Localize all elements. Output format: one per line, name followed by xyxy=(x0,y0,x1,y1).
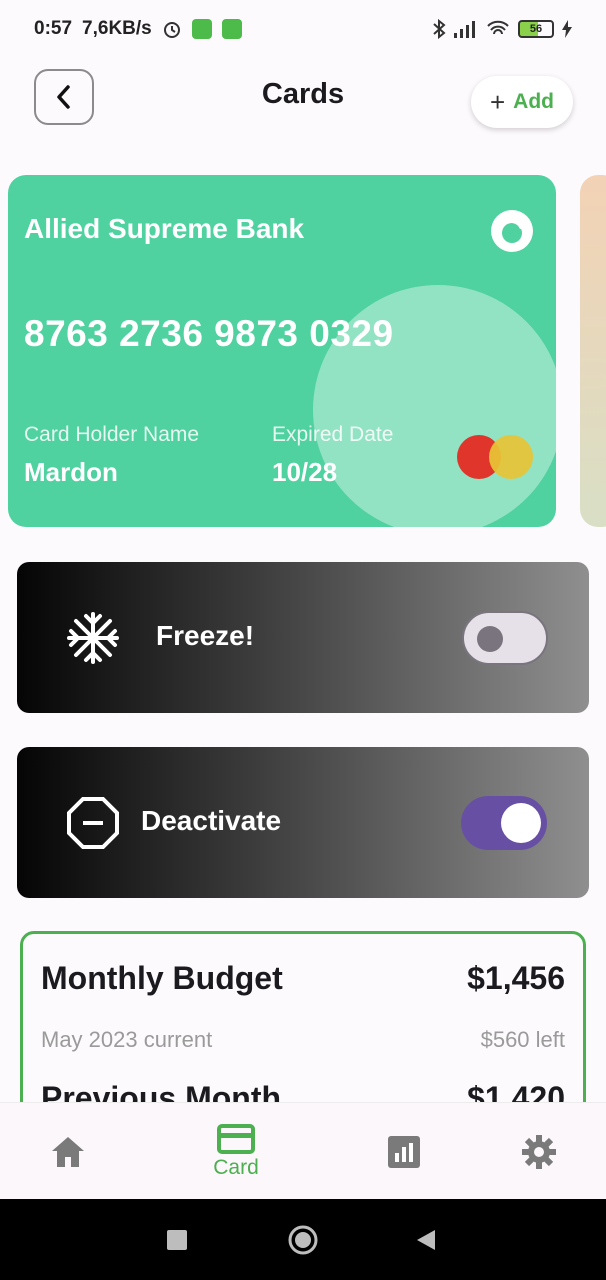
budget-left: $560 left xyxy=(480,1027,565,1052)
status-time: 0:57 xyxy=(34,18,73,39)
alarm-icon xyxy=(163,22,180,38)
nav-card-label: Card xyxy=(213,1155,259,1179)
square-icon xyxy=(167,1229,187,1250)
card-holder-label: Card Holder Name xyxy=(24,423,200,446)
chart-icon xyxy=(388,1135,420,1168)
gear-icon xyxy=(522,1134,556,1169)
stop-sign-icon xyxy=(67,797,119,849)
home-icon xyxy=(52,1136,84,1167)
monthly-budget-amount: $1,456 xyxy=(467,960,565,996)
add-label: Add xyxy=(513,90,554,113)
status-left: 0:57 7,6KB/s xyxy=(34,18,242,40)
app-notification-icon xyxy=(191,19,212,39)
status-right: 56 xyxy=(432,19,572,39)
nav-home[interactable] xyxy=(18,1103,118,1200)
app-header: Cards + Add xyxy=(0,68,606,128)
budget-card: Monthly Budget $1,456 May 2023 current $… xyxy=(20,931,586,1131)
add-card-button[interactable]: + Add xyxy=(471,76,573,128)
bank-name: Allied Supreme Bank xyxy=(24,213,305,244)
toggle-knob xyxy=(501,803,541,843)
plus-icon: + xyxy=(489,86,506,117)
freeze-toggle[interactable] xyxy=(462,611,548,665)
card-icon xyxy=(217,1123,255,1154)
budget-period: May 2023 current xyxy=(41,1027,213,1052)
app-notification-icon xyxy=(221,19,242,39)
nav-stats[interactable] xyxy=(354,1103,454,1200)
bank-logo-icon xyxy=(491,210,533,252)
home-system-button[interactable] xyxy=(283,1199,323,1280)
charging-icon xyxy=(562,20,572,38)
freeze-row: Freeze! xyxy=(17,562,589,713)
deactivate-toggle[interactable] xyxy=(461,796,547,850)
battery-level: 56 xyxy=(529,23,543,35)
bluetooth-icon xyxy=(433,19,446,39)
expiry-value: 10/28 xyxy=(272,457,338,487)
status-bar: 0:57 7,6KB/s 56 xyxy=(0,0,606,58)
battery-icon: 56 xyxy=(518,20,554,38)
freeze-label: Freeze! xyxy=(156,620,255,651)
card-holder-value: Mardon xyxy=(24,457,118,487)
system-nav-bar xyxy=(0,1199,606,1280)
toggle-knob xyxy=(477,626,503,652)
back-system-button[interactable] xyxy=(412,1199,440,1280)
snowflake-icon xyxy=(67,612,119,664)
next-card-peek[interactable] xyxy=(580,175,606,527)
nav-card[interactable]: Card xyxy=(186,1103,286,1200)
deactivate-label: Deactivate xyxy=(141,805,282,836)
status-speed: 7,6KB/s xyxy=(82,18,152,39)
nav-settings[interactable] xyxy=(489,1103,589,1200)
monthly-budget-title: Monthly Budget xyxy=(41,960,283,996)
card-number: 8763 2736 9873 0329 xyxy=(24,313,394,354)
bank-card[interactable]: Allied Supreme Bank 8763 2736 9873 0329 … xyxy=(8,175,556,527)
mastercard-logo-icon xyxy=(489,435,533,479)
budget-period-line: May 2023 current $560 left xyxy=(41,1027,565,1053)
triangle-back-icon xyxy=(417,1229,435,1250)
monthly-budget-line: Monthly Budget $1,456 xyxy=(41,960,565,997)
recents-button[interactable] xyxy=(160,1199,194,1280)
circle-icon xyxy=(288,1225,318,1254)
signal-icon xyxy=(454,21,475,38)
deactivate-row: Deactivate xyxy=(17,747,589,898)
bottom-nav: Card xyxy=(0,1102,606,1199)
expiry-label: Expired Date xyxy=(272,423,394,446)
wifi-icon xyxy=(487,20,509,35)
